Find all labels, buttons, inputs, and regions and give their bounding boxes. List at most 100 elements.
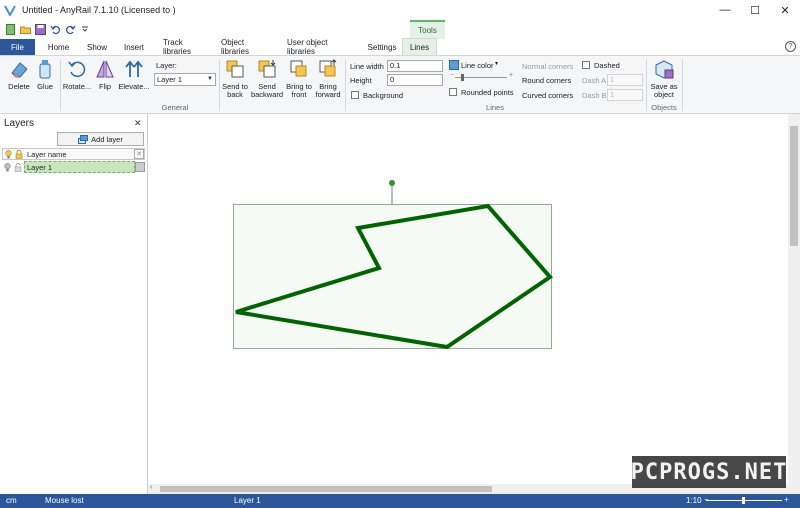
layers-close-icon[interactable]: ✕	[134, 118, 142, 129]
lightbulb-icon	[3, 149, 13, 159]
customize-qat-chevron-down-icon[interactable]	[79, 23, 91, 35]
zoom-slider-thumb[interactable]	[742, 497, 745, 504]
bring-forward-icon	[317, 58, 339, 80]
flip-icon	[94, 58, 116, 80]
layers-panel: Layers ✕ Add layer Layer name ✕ Layer 1	[0, 114, 148, 494]
layers-stack-icon	[78, 134, 89, 144]
scroll-left-arrow-icon[interactable]: ‹	[150, 484, 152, 491]
title-bar: Untitled - AnyRail 7.1.10 (Licensed to )…	[0, 0, 800, 20]
glue-button[interactable]: Glue	[34, 58, 56, 91]
flip-button[interactable]: Flip	[94, 58, 116, 91]
dashed-label: Dashed	[594, 61, 620, 70]
bring-to-front-button[interactable]: Bring to front	[285, 58, 313, 99]
lock-icon	[13, 149, 25, 159]
layer-lock-icon[interactable]	[12, 162, 24, 172]
save-as-object-button[interactable]: Save as object	[648, 58, 680, 99]
help-icon[interactable]: ?	[785, 41, 796, 52]
normal-corners-option[interactable]: Normal corners	[522, 62, 573, 71]
status-bar: cm Mouse lost Layer 1 1:10 − +	[0, 494, 800, 508]
watermark: PCPROGS.NET	[631, 456, 786, 488]
new-file-icon[interactable]	[4, 23, 16, 35]
bring-forward-button[interactable]: Bring forward	[314, 58, 342, 99]
status-unit: cm	[6, 496, 17, 505]
layer-row-delete-icon[interactable]	[135, 162, 145, 172]
save-object-icon	[653, 58, 675, 80]
rounded-points-label: Rounded points	[461, 88, 514, 97]
dash-b-input[interactable]: 1	[607, 89, 643, 101]
layer-select[interactable]: Layer 1 ▼	[154, 73, 216, 86]
tab-lines[interactable]: Lines	[402, 38, 437, 55]
elevate-button[interactable]: Elevate...	[118, 58, 150, 91]
open-folder-icon[interactable]	[19, 23, 31, 35]
eraser-icon	[8, 58, 30, 80]
line-color-icon[interactable]	[449, 60, 459, 72]
line-width-input[interactable]: 0.1	[387, 60, 443, 72]
flip-label: Flip	[98, 82, 112, 91]
drawing-canvas[interactable]	[148, 114, 788, 484]
visibility-lightbulb-icon[interactable]	[2, 162, 12, 172]
undo-icon[interactable]	[49, 23, 61, 35]
rotate-label: Rotate...	[62, 82, 92, 91]
send-to-back-icon	[224, 58, 246, 80]
line-width-label: Line width	[350, 62, 384, 71]
zoom-in-icon[interactable]: +	[784, 495, 789, 504]
separator	[682, 59, 683, 111]
layer-name-cell[interactable]: Layer 1	[24, 161, 135, 173]
background-label: Background	[363, 91, 404, 100]
line-color-label[interactable]: Line color	[461, 61, 494, 70]
dash-b-label: Dash B	[582, 91, 607, 100]
horizontal-scroll-thumb[interactable]	[160, 486, 492, 492]
bring-to-front-icon	[288, 58, 310, 80]
send-backward-icon	[256, 58, 278, 80]
round-corners-option[interactable]: Round corners	[522, 76, 571, 85]
tab-show[interactable]: Show	[82, 39, 112, 55]
tab-user-object-libraries[interactable]: User object libraries	[280, 38, 362, 56]
tab-settings[interactable]: Settings	[362, 39, 402, 55]
layers-table-header: Layer name ✕	[2, 148, 145, 160]
group-label-objects: Objects	[651, 103, 677, 112]
slider-plus-icon: +	[509, 72, 514, 79]
dash-a-input[interactable]: 1	[607, 74, 643, 86]
separator	[60, 59, 61, 111]
send-to-back-button[interactable]: Send to back	[221, 58, 249, 99]
ribbon: Delete Glue Rotate... Flip Elevate... La…	[0, 55, 800, 114]
tab-file[interactable]: File	[0, 39, 35, 55]
tab-track-libraries[interactable]: Track libraries	[156, 38, 214, 56]
minimize-button[interactable]: —	[710, 0, 740, 20]
status-active-layer: Layer 1	[234, 496, 261, 505]
save-as-object-label-line2: object	[653, 90, 674, 99]
height-input[interactable]: 0	[387, 74, 443, 86]
send-backward-label-line2: backward	[250, 90, 284, 99]
save-icon[interactable]	[34, 23, 46, 35]
vertical-scroll-thumb[interactable]	[790, 126, 798, 246]
delete-layer-column-icon[interactable]: ✕	[134, 149, 144, 159]
rounded-points-checkbox[interactable]	[449, 88, 457, 96]
rotate-button[interactable]: Rotate...	[62, 58, 92, 91]
corner-slider-thumb[interactable]	[461, 74, 464, 81]
close-button[interactable]: ✕	[770, 0, 800, 20]
send-backward-button[interactable]: Send backward	[250, 58, 284, 99]
slider-minus-icon: −	[450, 72, 455, 79]
maximize-button[interactable]: ☐	[740, 0, 770, 20]
line-color-chevron-down-icon[interactable]: ▾	[495, 60, 498, 67]
rotate-icon	[66, 58, 88, 80]
vertical-scrollbar[interactable]	[788, 114, 800, 494]
background-checkbox[interactable]	[351, 91, 359, 99]
redo-icon[interactable]	[64, 23, 76, 35]
anyrail-logo-icon	[4, 5, 16, 16]
tab-object-libraries[interactable]: Object libraries	[214, 38, 280, 56]
layers-panel-title: Layers	[4, 118, 35, 129]
delete-button[interactable]: Delete	[6, 58, 32, 91]
bring-forward-label-line2: forward	[315, 90, 341, 99]
rotation-handle[interactable]	[389, 180, 395, 186]
curved-corners-option[interactable]: Curved corners	[522, 91, 573, 100]
canvas-svg[interactable]	[148, 114, 788, 484]
layer-row[interactable]: Layer 1	[2, 161, 145, 173]
layer-select-label: Layer:	[156, 61, 177, 70]
contextual-tab-group-tools: Tools	[410, 20, 445, 39]
add-layer-button[interactable]: Add layer	[57, 132, 144, 146]
tab-home[interactable]: Home	[35, 39, 82, 55]
tab-insert[interactable]: Insert	[112, 39, 156, 55]
dashed-checkbox[interactable]	[582, 61, 590, 69]
chevron-down-icon: ▼	[207, 76, 213, 82]
